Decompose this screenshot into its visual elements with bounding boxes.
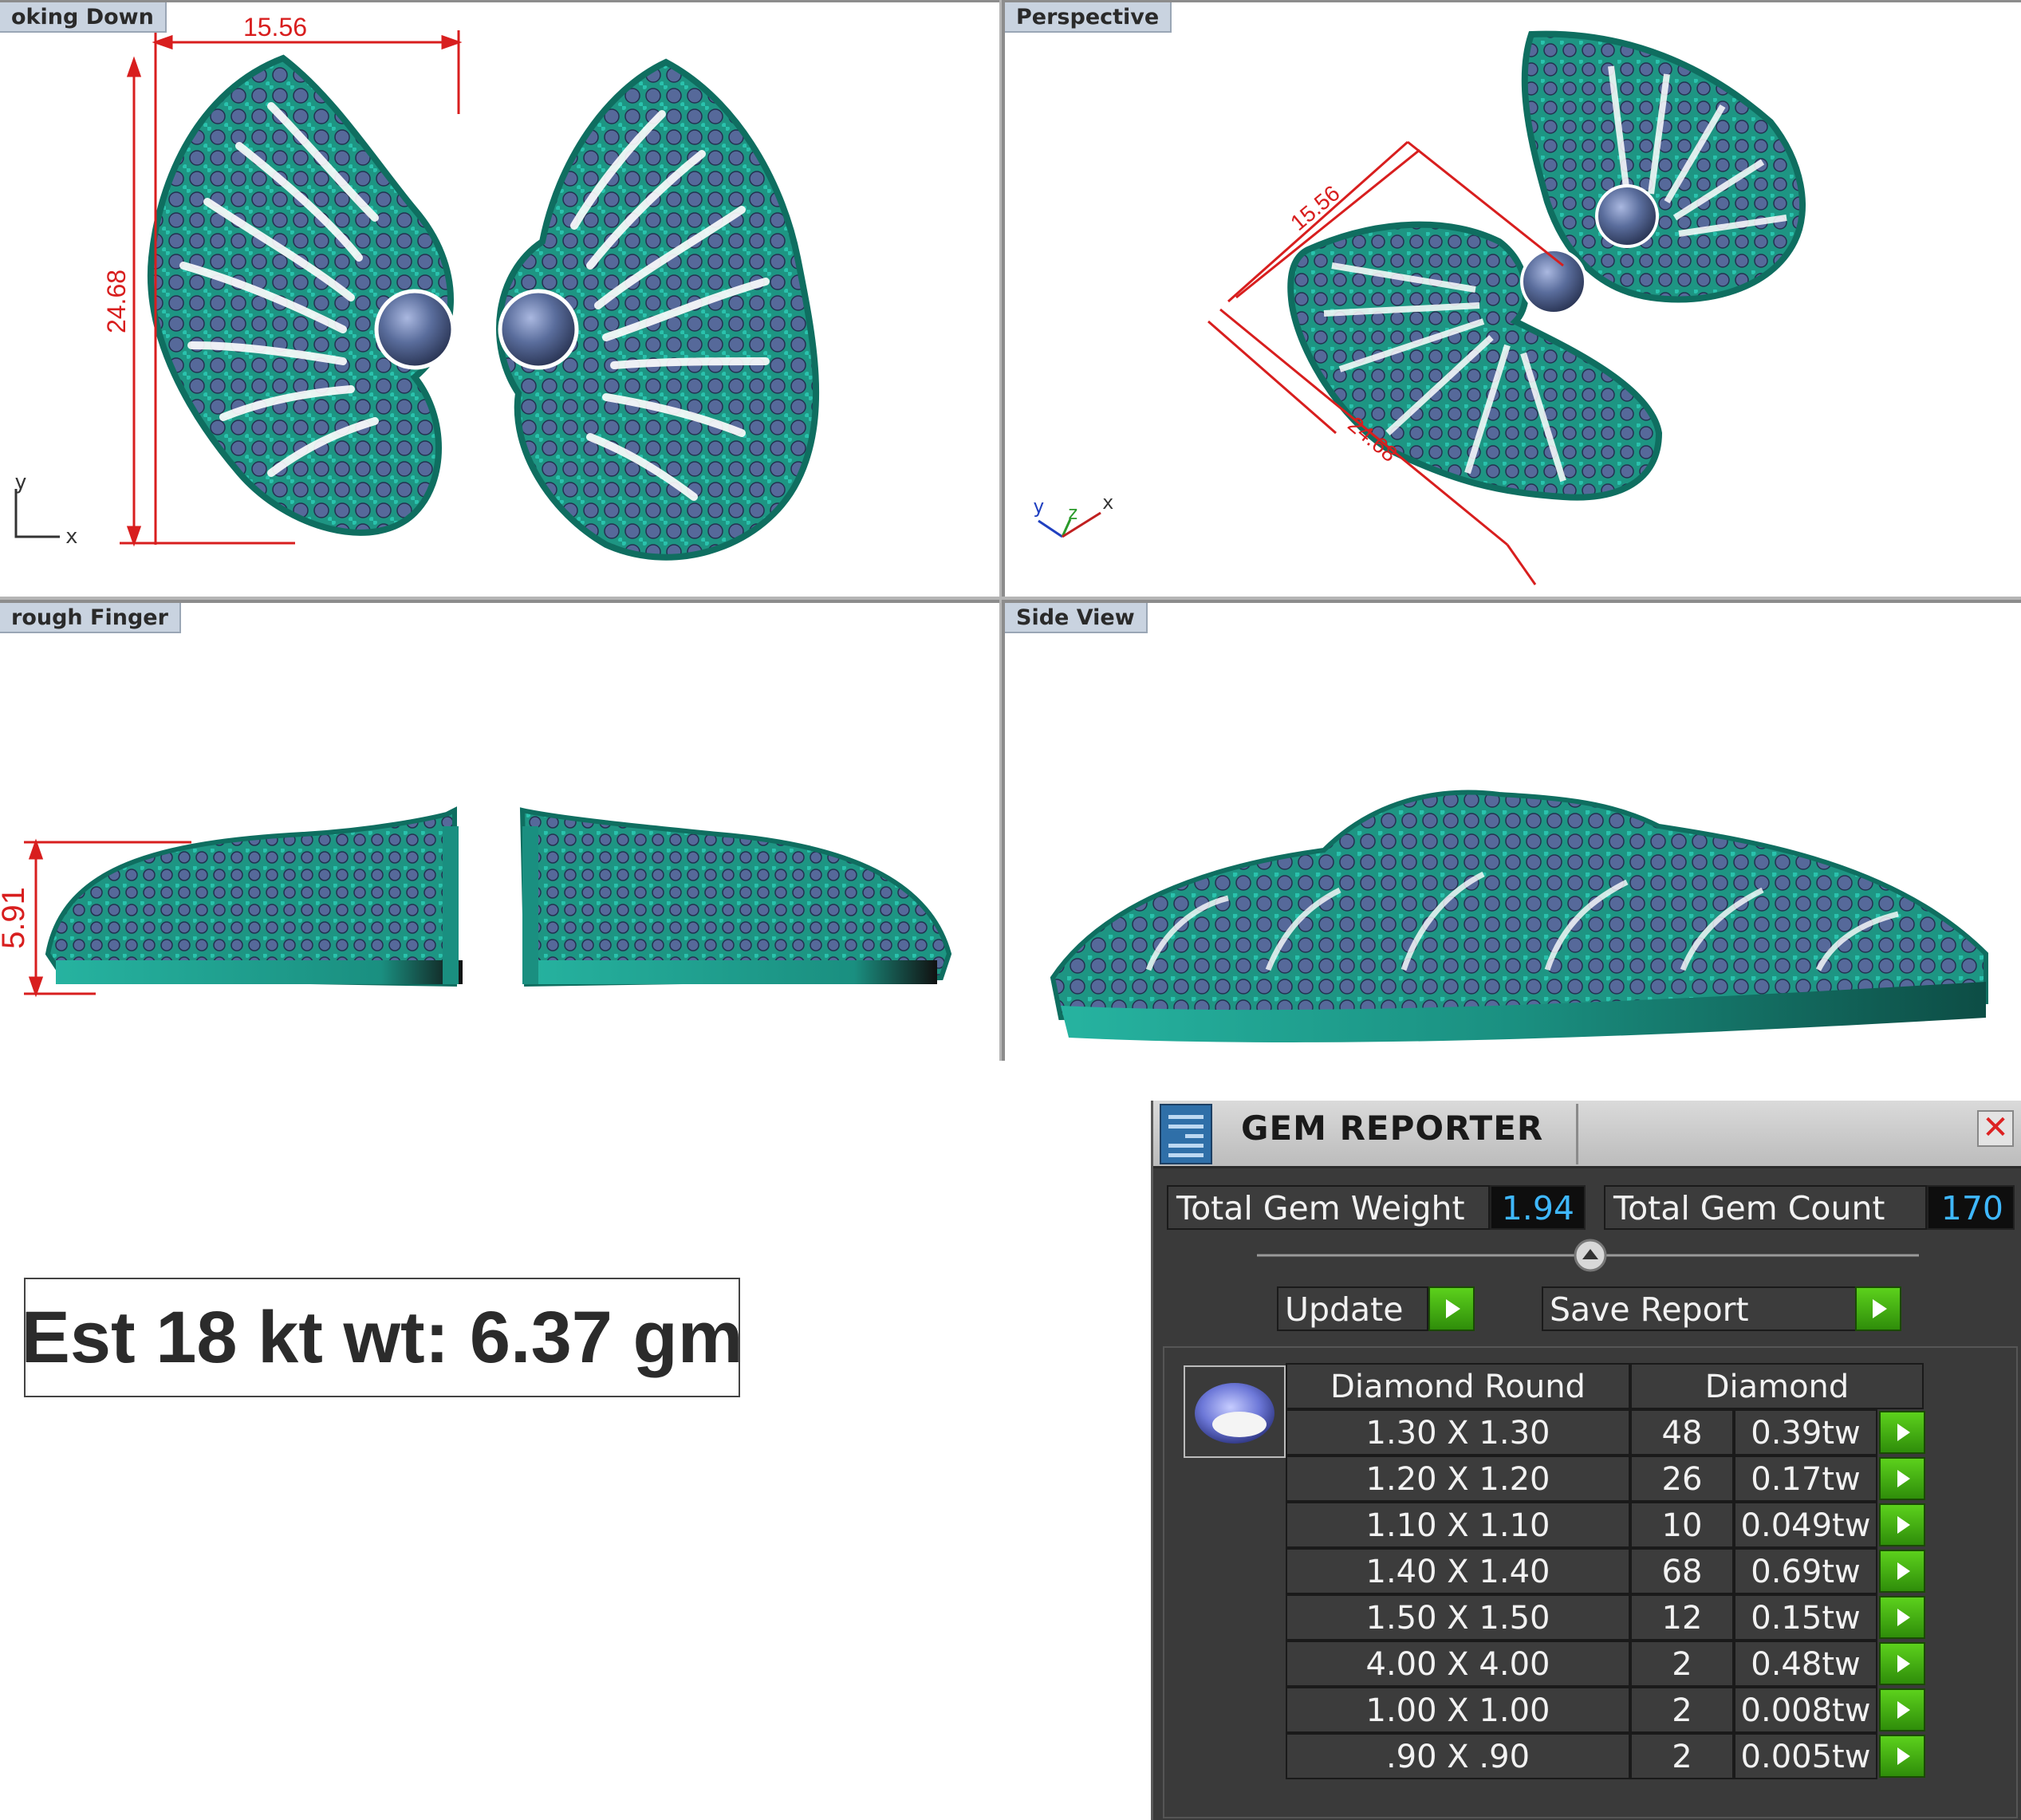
collapse-slider[interactable] <box>1257 1238 1919 1273</box>
gem-reporter-logo-icon <box>1160 1104 1212 1164</box>
gold-weight-note: Est 18 kt wt: 6.37 gm <box>22 1278 743 1397</box>
axis-y-label: y <box>14 471 27 494</box>
gem-count-cell: 2 <box>1630 1687 1734 1733</box>
axis-z-label: z <box>1067 502 1078 524</box>
gem-size-cell: 1.30 X 1.30 <box>1286 1409 1630 1456</box>
row-select-play-icon[interactable] <box>1879 1457 1925 1500</box>
row-select-play-icon[interactable] <box>1879 1642 1925 1685</box>
gem-count-cell: 48 <box>1630 1409 1734 1456</box>
gem-reporter-titlebar: GEM REPORTER ✕ <box>1153 1101 2021 1168</box>
total-gem-count-value: 170 <box>1927 1185 2015 1230</box>
total-gem-weight-value: 1.94 <box>1490 1185 1586 1230</box>
viewport-divider-horizontal <box>0 597 2021 600</box>
row-select-play-icon[interactable] <box>1879 1596 1925 1639</box>
save-report-play-icon[interactable] <box>1855 1286 1901 1331</box>
gem-weight-cell: 0.39tw <box>1734 1409 1877 1456</box>
viewport-through-finger[interactable]: 5.91 rough Finger <box>0 600 999 1061</box>
close-icon[interactable]: ✕ <box>1977 1110 2014 1147</box>
row-select-play-icon[interactable] <box>1879 1411 1925 1454</box>
gem-count-cell: 12 <box>1630 1594 1734 1641</box>
save-report-button[interactable]: Save Report <box>1542 1286 1861 1331</box>
viewport-divider-vertical <box>999 0 1002 1061</box>
gem-count-cell: 26 <box>1630 1456 1734 1502</box>
earring-front-profile: 5.91 <box>0 806 952 998</box>
viewport-label[interactable]: Perspective <box>1005 2 1172 33</box>
titlebar-separator <box>1576 1104 1578 1164</box>
table-header-shape: Diamond Round <box>1286 1363 1630 1409</box>
gem-count-cell: 10 <box>1630 1502 1734 1548</box>
viewport-label[interactable]: Side View <box>1005 603 1148 633</box>
gem-weight-cell: 0.15tw <box>1734 1594 1877 1641</box>
gem-size-cell: 1.20 X 1.20 <box>1286 1456 1630 1502</box>
viewport-label[interactable]: oking Down <box>0 2 167 33</box>
perspective-width-dimension: 15.56 <box>1286 180 1345 235</box>
round-diamond-icon <box>1184 1365 1286 1458</box>
gem-size-cell: .90 X .90 <box>1286 1733 1630 1779</box>
gem-size-cell: 1.40 X 1.40 <box>1286 1548 1630 1594</box>
gem-count-cell: 68 <box>1630 1548 1734 1594</box>
width-dimension: 15.56 <box>243 13 307 41</box>
axis-x-label: x <box>1102 491 1113 514</box>
gem-weight-cell: 0.17tw <box>1734 1456 1877 1502</box>
viewport-perspective[interactable]: 15.56 24.68 y z x Perspective <box>1002 0 2021 597</box>
height-dimension: 24.68 <box>102 270 131 333</box>
gem-count-cell: 2 <box>1630 1733 1734 1779</box>
gem-reporter-title: GEM REPORTER <box>1241 1109 1544 1148</box>
earring-perspective-view: 15.56 24.68 y z x <box>1033 30 1806 585</box>
gem-weight-cell: 0.049tw <box>1734 1502 1877 1548</box>
row-select-play-icon[interactable] <box>1879 1735 1925 1778</box>
viewport-label[interactable]: rough Finger <box>0 603 181 633</box>
row-select-play-icon[interactable] <box>1879 1503 1925 1546</box>
gem-weight-cell: 0.008tw <box>1734 1687 1877 1733</box>
gem-size-cell: 4.00 X 4.00 <box>1286 1641 1630 1687</box>
gem-weight-cell: 0.005tw <box>1734 1733 1877 1779</box>
total-gem-weight-label: Total Gem Weight <box>1167 1185 1490 1230</box>
viewport-looking-down[interactable]: 15.56 24.68 y x oking Down <box>0 0 999 597</box>
table-header-material: Diamond <box>1630 1363 1924 1409</box>
row-select-play-icon[interactable] <box>1879 1688 1925 1731</box>
axis-x-label: x <box>65 525 78 549</box>
axis-y-label: y <box>1033 495 1044 518</box>
update-play-icon[interactable] <box>1428 1286 1475 1331</box>
gem-size-cell: 1.00 X 1.00 <box>1286 1687 1630 1733</box>
gem-reporter-panel: GEM REPORTER ✕ Total Gem Weight 1.94 Tot… <box>1151 1101 2021 1820</box>
thickness-dimension: 5.91 <box>0 887 31 949</box>
row-select-play-icon[interactable] <box>1879 1550 1925 1593</box>
earring-side-profile <box>1050 790 1988 1042</box>
gem-size-cell: 1.10 X 1.10 <box>1286 1502 1630 1548</box>
earring-top-view: 15.56 24.68 y x <box>14 13 820 561</box>
total-gem-count-label: Total Gem Count <box>1604 1185 1927 1230</box>
gem-size-cell: 1.50 X 1.50 <box>1286 1594 1630 1641</box>
update-button[interactable]: Update <box>1277 1286 1428 1331</box>
gem-weight-cell: 0.48tw <box>1734 1641 1877 1687</box>
viewport-side-view[interactable]: Side View <box>1002 600 2021 1061</box>
gem-weight-cell: 0.69tw <box>1734 1548 1877 1594</box>
gem-count-cell: 2 <box>1630 1641 1734 1687</box>
